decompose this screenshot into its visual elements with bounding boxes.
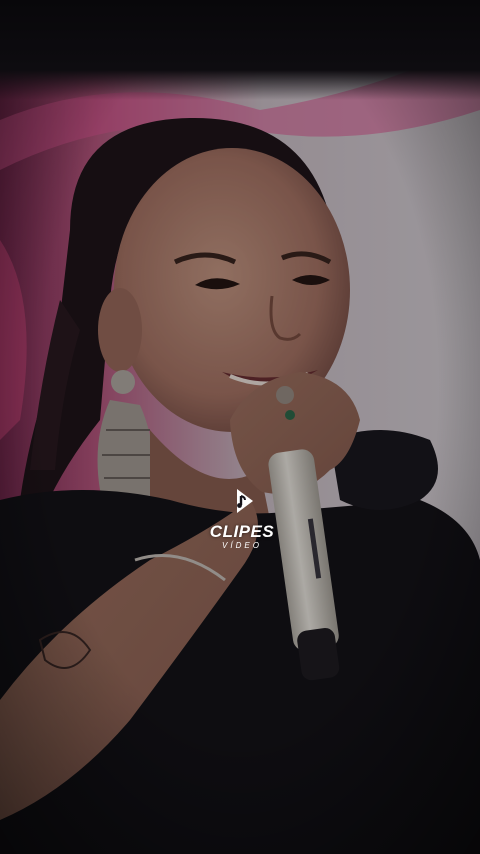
video-frame: CLIPES VÍDEO bbox=[0, 0, 480, 854]
watermark-subtitle: VÍDEO bbox=[222, 541, 262, 550]
clipes-video-watermark: CLIPES VÍDEO bbox=[200, 486, 284, 564]
concert-photo bbox=[0, 0, 480, 854]
music-note-play-icon bbox=[237, 489, 253, 513]
top-dark-band bbox=[0, 0, 480, 100]
vignette-overlay bbox=[0, 0, 480, 854]
watermark-title: CLIPES bbox=[209, 522, 275, 541]
